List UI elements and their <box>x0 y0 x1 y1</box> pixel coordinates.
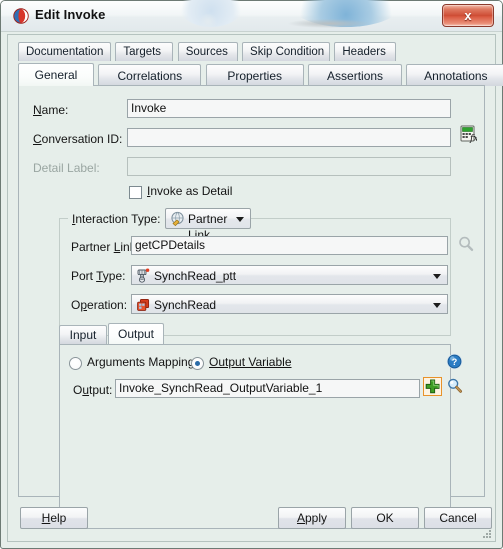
ok-button[interactable]: OK <box>351 507 419 529</box>
conversation-id-input[interactable] <box>127 128 451 147</box>
partner-link-search-icon[interactable] <box>457 235 475 253</box>
tab-output[interactable]: Output <box>108 323 164 344</box>
close-icon: x <box>464 8 472 23</box>
dialog-inner: Documentation Targets Sources Skip Condi… <box>18 42 503 529</box>
operation-label: Operation: <box>71 298 128 312</box>
output-variable-radio[interactable] <box>191 357 204 370</box>
window-title: Edit Invoke <box>35 7 106 22</box>
titlebar-decoration-small <box>197 14 219 30</box>
operation-icon <box>136 297 151 313</box>
port-type-label: Port Type: <box>71 269 126 283</box>
cancel-button[interactable]: Cancel <box>424 507 492 529</box>
output-variable-input[interactable]: Invoke_SynchRead_OutputVariable_1 <box>115 379 420 398</box>
tab-row-secondary: Documentation Targets Sources Skip Condi… <box>18 42 397 63</box>
help-button[interactable]: Help <box>20 507 88 529</box>
output-search-icon[interactable] <box>446 377 464 395</box>
tab-row-primary: General Correlations Properties Assertio… <box>18 63 503 86</box>
conversation-id-label: Conversation ID: <box>33 132 123 146</box>
tab-targets[interactable]: Targets <box>115 42 174 61</box>
close-button[interactable]: x <box>442 4 494 27</box>
tab-skip-condition[interactable]: Skip Condition <box>242 42 331 61</box>
port-type-value: SynchRead_ptt <box>154 269 237 283</box>
output-variable-label: Output Variable <box>209 355 292 369</box>
detail-label-input <box>127 157 451 176</box>
invoke-as-detail-label: Invoke as Detail <box>147 184 233 198</box>
general-tab-panel: Name: Invoke Conversation ID: fx <box>18 85 485 529</box>
tab-assertions[interactable]: Assertions <box>308 64 403 86</box>
operation-combo[interactable]: SynchRead <box>131 294 448 314</box>
tab-sources[interactable]: Sources <box>177 42 238 61</box>
radio-selected-dot <box>195 361 200 366</box>
chevron-down-icon <box>236 217 244 222</box>
arguments-mapping-radio[interactable] <box>69 357 82 370</box>
tab-headers[interactable]: Headers <box>334 42 397 61</box>
window-titlebar[interactable]: Edit Invoke x <box>1 0 502 32</box>
interaction-type-button[interactable]: Partner Link <box>165 208 251 242</box>
apply-button-label: Apply <box>296 511 328 525</box>
detail-label-label: Detail Label: <box>33 161 100 175</box>
port-type-icon <box>136 268 151 284</box>
add-plus-icon[interactable] <box>423 377 442 396</box>
port-type-combo[interactable]: SynchRead_ptt <box>131 265 448 285</box>
interaction-type-label: Interaction Type: <box>69 212 164 226</box>
partner-link-icon <box>170 211 186 227</box>
name-input[interactable]: Invoke <box>127 99 451 118</box>
resize-grip[interactable] <box>480 527 492 539</box>
titlebar-decoration-shadow <box>288 19 370 28</box>
svg-text:?: ? <box>452 357 458 367</box>
tab-annotations[interactable]: Annotations <box>406 64 503 86</box>
edit-invoke-dialog: Edit Invoke x Documentation Targets Sour… <box>0 0 503 549</box>
apply-button[interactable]: Apply <box>278 507 346 529</box>
svg-text:fx: fx <box>469 134 477 143</box>
chevron-down-icon <box>433 303 441 308</box>
tab-input[interactable]: Input <box>59 325 107 344</box>
name-label: Name: <box>33 103 69 117</box>
tab-general[interactable]: General <box>18 63 94 86</box>
dialog-content: Documentation Targets Sources Skip Condi… <box>7 34 503 542</box>
arguments-mapping-label: Arguments Mapping <box>87 355 195 369</box>
output-tab-panel <box>59 344 451 529</box>
tab-documentation[interactable]: Documentation <box>18 42 111 61</box>
operation-value: SynchRead <box>154 298 217 312</box>
chevron-down-icon <box>433 274 441 279</box>
help-icon[interactable]: ? <box>446 353 463 370</box>
help-button-label: Help <box>41 511 67 525</box>
output-label: Output: <box>73 383 113 397</box>
expression-builder-icon[interactable]: fx <box>460 125 478 144</box>
partner-link-input[interactable]: getCPDetails <box>131 236 448 255</box>
oracle-jdeveloper-icon <box>13 8 29 24</box>
tab-properties[interactable]: Properties <box>205 64 304 86</box>
partner-link-label: Partner Link: <box>71 240 140 254</box>
invoke-as-detail-checkbox[interactable] <box>129 186 142 199</box>
tab-correlations[interactable]: Correlations <box>98 64 202 86</box>
